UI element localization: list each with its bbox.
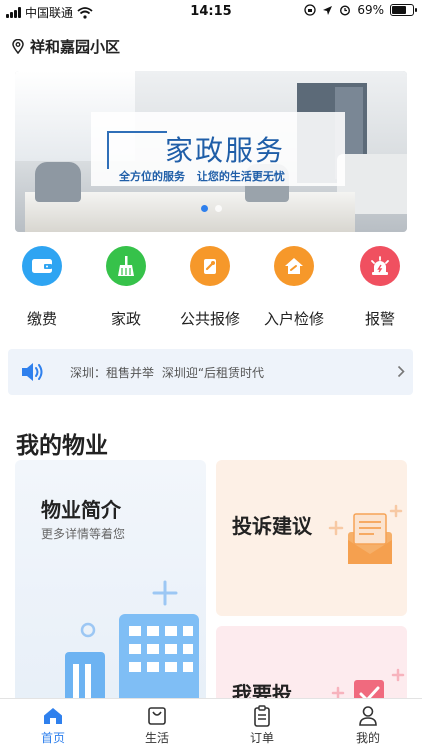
property-intro-card[interactable]: 物业简介 更多详情等着您 — [15, 460, 206, 720]
banner-chair — [35, 162, 81, 202]
section-title: 我的物业 — [16, 433, 108, 459]
service-label: 入户检修 — [263, 310, 324, 328]
chevron-right-icon — [397, 365, 405, 378]
card-title: 投诉建议 — [232, 514, 312, 538]
tab-label: 首页 — [40, 731, 65, 745]
bottom-tab-bar: 首页 生活 订单 我的 — [0, 698, 422, 750]
battery-percent: 69% — [357, 3, 384, 17]
banner-subtitle: 全方位的服务 让您的生活更无忧 — [119, 170, 285, 183]
service-label: 家政 — [110, 310, 141, 328]
service-grid: 缴费 家政 公共报修 入户检修 报警 — [0, 246, 422, 336]
status-right: 69% — [304, 3, 417, 17]
complaint-card[interactable]: 投诉建议 — [216, 460, 407, 616]
card-title: 物业简介 — [41, 498, 121, 522]
pagination-dot[interactable] — [200, 205, 208, 212]
location-selector[interactable]: 祥和嘉园小区 — [12, 36, 120, 57]
banner-pagination — [15, 205, 407, 212]
speaker-icon — [22, 363, 43, 381]
rotation-lock-icon — [304, 4, 316, 16]
user-icon — [359, 706, 377, 726]
battery-icon — [390, 4, 417, 16]
service-housekeeping[interactable]: 家政 — [86, 246, 166, 329]
pagination-dot[interactable] — [214, 205, 222, 212]
tab-home[interactable]: 首页 — [23, 703, 83, 746]
banner-accent-line — [107, 131, 167, 133]
tab-mine[interactable]: 我的 — [338, 703, 398, 746]
card-subtitle: 更多详情等着您 — [41, 527, 126, 541]
tab-orders[interactable]: 订单 — [232, 703, 292, 746]
alarm-icon — [360, 246, 400, 286]
location-arrow-icon — [323, 5, 333, 15]
alarm-clock-icon — [340, 5, 351, 16]
news-text: 深圳：租售并举 深圳迎“后租赁时代 — [70, 366, 265, 380]
service-payment[interactable]: 缴费 — [2, 246, 82, 329]
service-home-repair[interactable]: 入户检修 — [254, 246, 334, 329]
tab-life[interactable]: 生活 — [127, 703, 187, 746]
location-pin-icon — [12, 39, 24, 54]
home-repair-icon — [274, 246, 314, 286]
tab-label: 订单 — [249, 731, 274, 745]
envelope-icon — [328, 504, 403, 564]
promo-banner[interactable]: 家政服务 全方位的服务 让您的生活更无忧 — [15, 71, 407, 232]
service-public-repair[interactable]: 公共报修 — [170, 246, 250, 329]
tab-label: 我的 — [355, 731, 380, 745]
home-icon — [44, 708, 62, 724]
banner-accent-line — [107, 131, 109, 169]
clipboard-icon — [254, 705, 270, 727]
service-label: 报警 — [364, 310, 395, 328]
status-bar: 中国联通 14:15 69% — [0, 0, 422, 24]
tab-label: 生活 — [144, 731, 169, 745]
bag-icon — [148, 707, 166, 725]
banner-title: 家政服务 — [165, 134, 286, 167]
news-ticker[interactable]: 深圳：租售并举 深圳迎“后租赁时代 — [8, 349, 413, 395]
wallet-icon — [22, 246, 62, 286]
service-label: 公共报修 — [179, 310, 240, 328]
wrench-icon — [190, 246, 230, 286]
service-label: 缴费 — [26, 310, 57, 328]
location-name: 祥和嘉园小区 — [30, 38, 121, 56]
service-alarm[interactable]: 报警 — [340, 246, 420, 329]
broom-icon — [106, 246, 146, 286]
